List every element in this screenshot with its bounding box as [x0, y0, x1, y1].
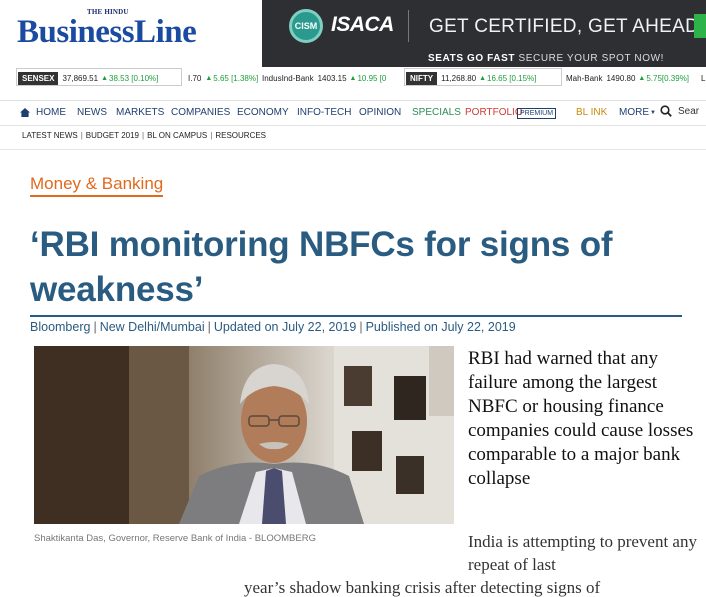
ticker-item-value: 1403.15: [317, 73, 347, 83]
up-arrow-icon: ▲: [638, 74, 646, 82]
ticker-item-change: 5.75[0.39%]: [646, 73, 690, 83]
isaca-logo: ISACA: [331, 13, 394, 36]
article-summary: RBI had warned that any failure among th…: [468, 348, 694, 489]
ticker-item[interactable]: I.70 ▲ 5.65 [1.38%]: [188, 71, 258, 85]
article-body-start: India is attempting to prevent any repea…: [468, 532, 697, 574]
subnav-latest-news[interactable]: LATEST NEWS: [22, 131, 78, 140]
up-arrow-icon: ▲: [101, 74, 108, 82]
search-label: Sear: [678, 105, 700, 117]
ticker-sensex[interactable]: SENSEX 37,869.51 ▲ 38.53 [0.10%]: [18, 71, 158, 85]
logo-text: BusinessLine: [17, 14, 197, 50]
home-icon[interactable]: [20, 108, 30, 117]
subnav-bl-on-campus[interactable]: BL ON CAMPUS: [147, 131, 207, 140]
search-button[interactable]: Sear: [660, 105, 699, 117]
ticker-item-name: L: [701, 73, 706, 83]
nav-opinion[interactable]: OPINION: [359, 107, 401, 118]
nav-companies[interactable]: COMPANIES: [171, 107, 230, 118]
up-arrow-icon: ▲: [205, 74, 213, 82]
divider: [0, 149, 706, 150]
ticker-item-name: IndusInd-Bank: [262, 73, 314, 83]
nav-info-tech[interactable]: INFO-TECH: [297, 107, 351, 118]
ad-headline: GET CERTIFIED, GET AHEAD: [429, 16, 700, 37]
up-arrow-icon: ▲: [349, 74, 357, 82]
ad-divider: [408, 10, 409, 42]
ticker-item-name: I.70: [188, 73, 202, 83]
ticker-nifty[interactable]: NIFTY 11,268.80 ▲ 16.65 [0.15%]: [406, 71, 536, 85]
byline-author[interactable]: Bloomberg: [30, 320, 90, 334]
nav-portfolio[interactable]: PORTFOLIO: [465, 107, 523, 118]
subnav-divider: |: [210, 131, 213, 140]
subnav-resources[interactable]: RESOURCES: [215, 131, 266, 140]
nav-markets[interactable]: MARKETS: [116, 107, 164, 118]
ad-cta-button[interactable]: [694, 14, 706, 38]
premium-badge: PREMIUM: [517, 108, 557, 119]
byline-location: New Delhi/Mumbai: [99, 320, 205, 334]
subnav-divider: |: [80, 131, 83, 140]
article-photo[interactable]: [34, 346, 454, 524]
ticker-mahbank[interactable]: Mah-Bank 1490.80 ▲ 5.75[0.39%]: [566, 71, 689, 85]
article-headline: ‘RBI monitoring NBFCs for signs of weakn…: [30, 225, 613, 309]
article-body-continued: year’s shadow banking crisis after detec…: [244, 578, 601, 597]
subnav-budget-2019[interactable]: BUDGET 2019: [86, 131, 139, 140]
ticker-indusind[interactable]: IndusInd-Bank 1403.15 ▲ 10.95 [0: [262, 71, 386, 85]
ticker-item-value: 1490.80: [606, 73, 636, 83]
sensex-change: 38.53 [0.10%]: [109, 73, 159, 83]
nifty-label: NIFTY: [406, 71, 438, 85]
nav-more-label: MORE: [619, 107, 649, 118]
nav-news[interactable]: NEWS: [77, 107, 107, 118]
ticker-item-change: 10.95 [0: [357, 73, 387, 83]
search-icon: [660, 105, 672, 117]
businessline-logo[interactable]: THE HINDU BusinessLine: [17, 8, 232, 56]
main-navigation: HOME NEWS MARKETS COMPANIES ECONOMY INFO…: [0, 100, 706, 126]
nav-more[interactable]: MORE▼: [619, 107, 656, 118]
ad-subline-bold: SEATS GO FAST: [428, 53, 516, 64]
ad-subline: SEATS GO FAST SECURE YOUR SPOT NOW!: [428, 53, 664, 64]
up-arrow-icon: ▲: [479, 74, 487, 82]
market-ticker: SENSEX 37,869.51 ▲ 38.53 [0.10%] I.70 ▲ …: [0, 67, 706, 89]
section-label[interactable]: Money & Banking: [30, 174, 164, 197]
secondary-navigation: LATEST NEWS | BUDGET 2019 | BL ON CAMPUS | RES…: [22, 131, 266, 140]
nav-home[interactable]: HOME: [36, 107, 66, 118]
article-byline: Bloomberg | New Delhi/Mumbai | Updated on Ju…: [30, 320, 516, 334]
byline-published: Published on July 22, 2019: [365, 320, 516, 334]
byline-divider-pipe: |: [359, 320, 363, 334]
photo-caption: Shaktikanta Das, Governor, Reserve Bank …: [34, 533, 316, 544]
portrait-image: [34, 346, 454, 524]
ticker-item-name: Mah-Bank: [566, 73, 603, 83]
byline-divider-pipe: |: [207, 320, 211, 334]
cism-logo-icon: CISM: [289, 9, 323, 43]
caret-down-icon: ▼: [650, 110, 656, 116]
subnav-divider: |: [142, 131, 145, 140]
isaca-advertisement[interactable]: CISM ISACA GET CERTIFIED, GET AHEAD SEAT…: [262, 0, 706, 67]
nifty-change: 16.65 [0.15%]: [487, 73, 537, 83]
byline-divider-pipe: |: [93, 320, 97, 334]
nav-bl-ink[interactable]: BL INK: [576, 107, 607, 118]
ticker-item-change: 5.65 [1.38%]: [213, 73, 259, 83]
ticker-item-partial[interactable]: L: [701, 71, 706, 85]
sensex-value: 37,869.51: [62, 73, 99, 83]
ad-subline-rest: SECURE YOUR SPOT NOW!: [515, 53, 665, 64]
nav-economy[interactable]: ECONOMY: [237, 107, 289, 118]
sensex-label: SENSEX: [18, 71, 59, 85]
byline-divider: [30, 315, 682, 317]
nav-specials[interactable]: SPECIALS: [412, 107, 461, 118]
byline-updated: Updated on July 22, 2019: [213, 320, 357, 334]
nifty-value: 11,268.80: [441, 73, 477, 83]
